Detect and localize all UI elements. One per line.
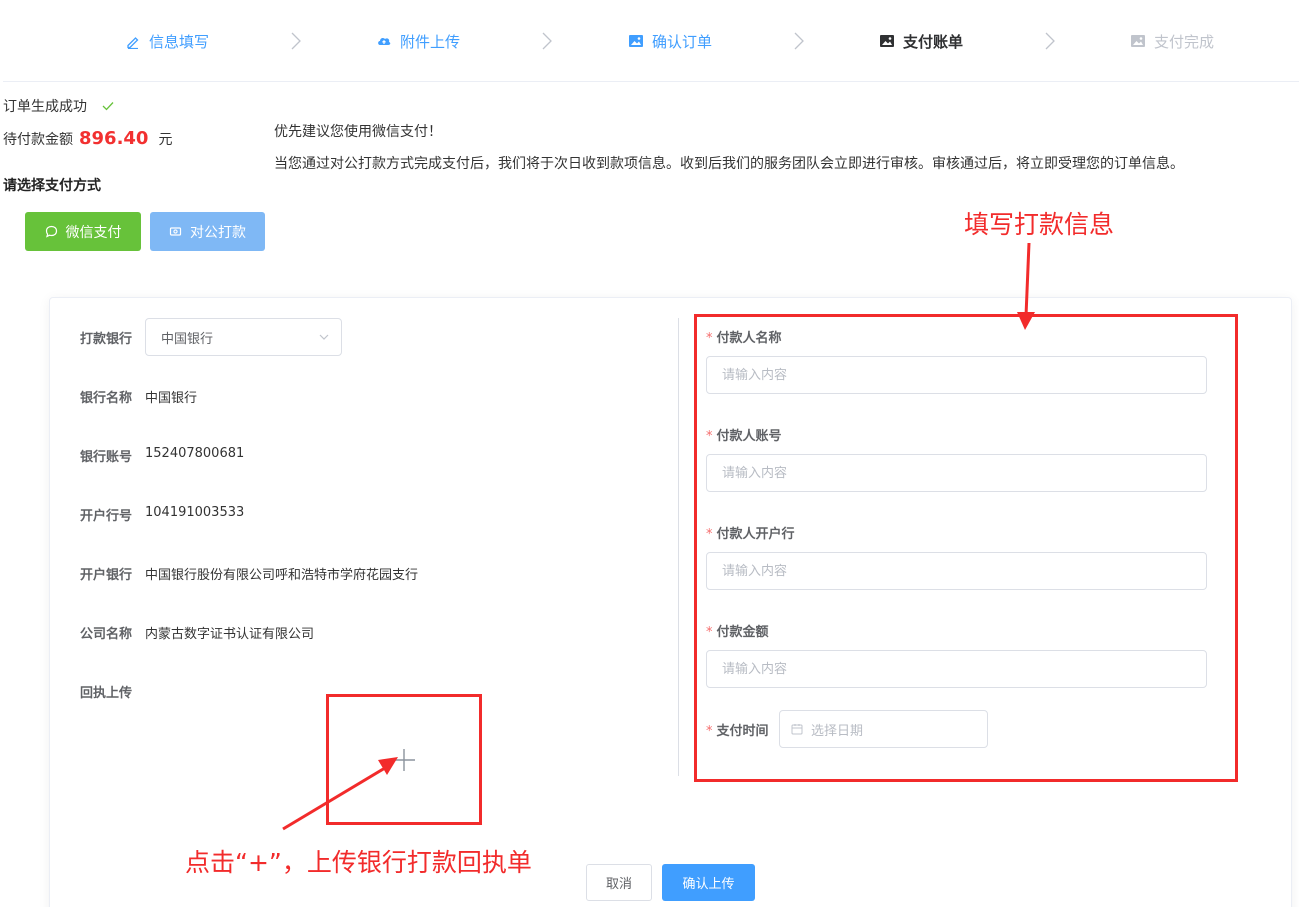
step-confirm-order[interactable]: 确认订单 (628, 30, 712, 52)
image-icon (629, 35, 643, 47)
notice-wechat: 优先建议您使用微信支付！ (274, 124, 442, 140)
money-icon (169, 227, 182, 236)
step-label: 支付账单 (903, 32, 964, 51)
pay-date-picker[interactable]: 选择日期 (779, 710, 988, 748)
image-icon (1131, 35, 1145, 47)
payer-name-input[interactable] (706, 356, 1207, 394)
step-label: 信息填写 (149, 32, 210, 51)
notice-corporate: 当您通过对公打款方式完成支付后，我们将于次日收到款项信息。收到后我们的服务团队会… (274, 156, 1184, 172)
step-info-fill[interactable]: 信息填写 (125, 30, 209, 52)
chat-bubble-icon (45, 225, 57, 238)
date-placeholder: 选择日期 (811, 723, 864, 739)
order-success-text: 订单生成成功 (3, 96, 115, 116)
bank-select-label: 打款银行 (80, 332, 133, 347)
payer-account-label: * 付款人账号 (706, 429, 782, 444)
amount-value: 896.40 (79, 128, 149, 149)
pay-time-label: * 支付时间 (706, 724, 769, 739)
plus-icon (393, 748, 415, 771)
payer-bank-label: * 付款人开户行 (706, 527, 795, 542)
company-label: 公司名称 (80, 627, 133, 642)
payer-name-label: * 付款人名称 (706, 331, 782, 346)
chevron-right-icon (542, 32, 552, 50)
bank-select-value: 中国银行 (161, 331, 214, 347)
chevron-right-icon (291, 32, 301, 50)
calendar-icon (791, 724, 803, 735)
bank-name-value: 中国银行 (145, 391, 198, 406)
cloud-upload-icon (378, 37, 391, 45)
step-pay-bill[interactable]: 支付账单 (879, 30, 963, 52)
annotation-upload-receipt: 点击“+”，上传银行打款回执单 (185, 848, 532, 877)
branch-number-label: 开户行号 (80, 509, 133, 524)
wechat-pay-button[interactable]: 微信支付 (25, 212, 141, 251)
chevron-right-icon (1045, 32, 1055, 50)
choose-payment-title: 请选择支付方式 (3, 178, 101, 194)
corporate-transfer-button[interactable]: 对公打款 (150, 212, 265, 251)
step-pay-complete[interactable]: 支付完成 (1130, 30, 1214, 52)
steps-bar: 信息填写 附件上传 确认订单 支付账单 支付完成 (3, 0, 1299, 82)
company-value: 内蒙古数字证书认证有限公司 (145, 627, 315, 642)
receipt-upload-label: 回执上传 (80, 686, 133, 701)
bank-name-label: 银行名称 (80, 391, 133, 406)
pending-amount: 待付款金额 896.40 元 (3, 128, 173, 149)
annotation-fill-info: 填写打款信息 (964, 210, 1115, 239)
branch-value: 中国银行股份有限公司呼和浩特市学府花园支行 (145, 568, 419, 583)
chevron-right-icon (794, 32, 804, 50)
step-label: 确认订单 (652, 32, 713, 51)
bank-select[interactable]: 中国银行 (145, 318, 342, 356)
card-divider (678, 318, 679, 776)
branch-label: 开户银行 (80, 568, 133, 583)
step-label: 支付完成 (1154, 32, 1215, 51)
cancel-button[interactable]: 取消 (586, 864, 652, 901)
chevron-down-icon (319, 334, 329, 340)
bank-account-value: 152407800681 (145, 446, 245, 461)
confirm-upload-button[interactable]: 确认上传 (662, 864, 755, 901)
image-icon (880, 35, 894, 47)
pay-amount-input[interactable] (706, 650, 1207, 688)
bank-account-label: 银行账号 (80, 450, 133, 465)
branch-number-value: 104191003533 (145, 505, 245, 520)
step-attachment-upload[interactable]: 附件上传 (376, 30, 460, 52)
receipt-upload-box[interactable] (326, 694, 482, 825)
payer-bank-input[interactable] (706, 552, 1207, 590)
pencil-icon (127, 37, 139, 49)
pay-amount-label: * 付款金额 (706, 625, 769, 640)
payer-account-input[interactable] (706, 454, 1207, 492)
step-label: 附件上传 (400, 32, 461, 51)
check-icon (102, 102, 114, 111)
